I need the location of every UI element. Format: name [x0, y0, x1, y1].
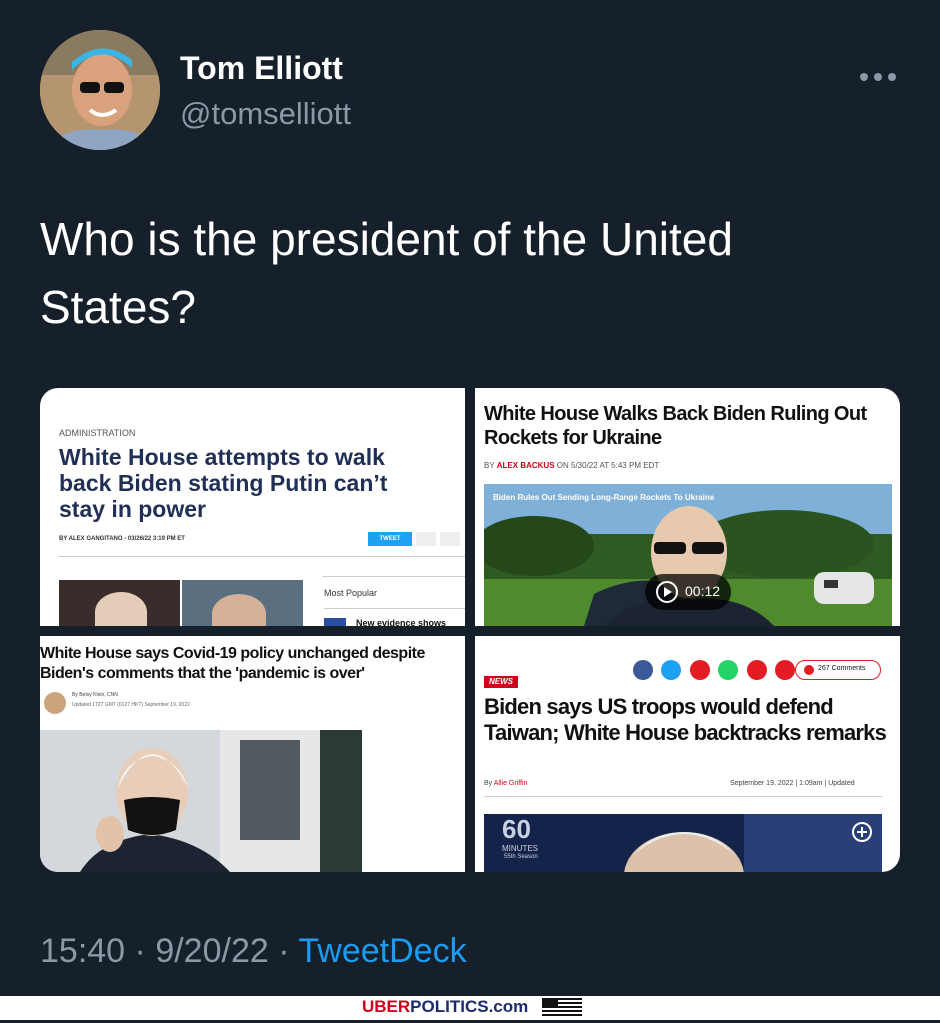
- play-icon: [656, 581, 678, 603]
- byline-date: ON 5/30/22 AT 5:43 PM EDT: [556, 461, 660, 470]
- author-photo: [44, 692, 66, 714]
- article-video[interactable]: 60 MINUTES 55th Season: [484, 814, 882, 872]
- video-duration: 00:12: [685, 583, 721, 599]
- biden-photo: [59, 580, 180, 626]
- sidebar-snippet: New evidence shows: [356, 618, 447, 626]
- author-handle[interactable]: @tomselliott: [180, 96, 351, 132]
- whatsapp-icon: [718, 660, 739, 680]
- article-photo: [40, 730, 362, 872]
- news-badge: NEWS: [484, 676, 518, 688]
- sidebar-title: Most Popular: [324, 588, 378, 598]
- thumbnail: [324, 618, 346, 626]
- watermark-part1: UBER: [362, 997, 411, 1016]
- separator: ·: [134, 932, 146, 970]
- divider: [59, 556, 465, 557]
- share-icon: [416, 532, 436, 546]
- byline-author: Allie Griffin: [493, 780, 528, 787]
- avatar-photo: [40, 30, 160, 150]
- tweet-source[interactable]: TweetDeck: [298, 932, 466, 970]
- link-icon: [775, 660, 796, 680]
- byline-by: By: [484, 780, 493, 787]
- media-image-4[interactable]: NEWS 267 Comments Biden says US troops w…: [475, 636, 900, 872]
- tweet-date[interactable]: 9/20/22: [155, 932, 268, 970]
- divider: [324, 608, 465, 609]
- article-byline: By Allie Griffin: [484, 780, 527, 787]
- comments-count: 267 Comments: [818, 665, 866, 672]
- author-avatar[interactable]: [40, 30, 160, 150]
- article-updated: Updated 1727 GMT (0127 HKT) September 19…: [72, 702, 190, 708]
- video-duration-pill[interactable]: 00:12: [645, 574, 731, 610]
- social-share-bar: [633, 660, 796, 685]
- putin-photo: [182, 580, 303, 626]
- flag-icon: [542, 998, 582, 1018]
- article-byline: By Betsy Klein, CNN: [72, 692, 118, 698]
- article-byline: BY ALEX BACKUS ON 5/30/22 AT 5:43 PM EDT: [484, 461, 659, 470]
- tweet-time[interactable]: 15:40: [40, 932, 125, 970]
- logo-minutes: MINUTES: [502, 844, 538, 853]
- email-icon: [440, 532, 460, 546]
- comment-icon: [804, 665, 814, 675]
- video-player[interactable]: Biden Rules Out Sending Long-Range Rocke…: [484, 484, 892, 626]
- watermark-text: UBERPOLITICS.com: [362, 997, 528, 1017]
- facebook-icon: [633, 660, 653, 680]
- comments-button: 267 Comments: [795, 660, 881, 680]
- separator: ·: [278, 932, 290, 970]
- byline-author: ALEX BACKUS: [496, 461, 555, 470]
- video-caption: Biden Rules Out Sending Long-Range Rocke…: [493, 493, 715, 502]
- twitter-icon: [661, 660, 682, 680]
- media-image-3[interactable]: White House says Covid-19 policy unchang…: [40, 636, 465, 872]
- article-headline: White House Walks Back Biden Ruling Out …: [484, 403, 867, 449]
- video-frame: [484, 814, 882, 872]
- tweet-timestamp-row: 15:40 · 9/20/22 · TweetDeck: [40, 932, 467, 971]
- article-headline: White House attempts to walk back Biden …: [59, 444, 388, 522]
- watermark-bar: UBERPOLITICS.com: [0, 996, 940, 1020]
- author-name[interactable]: Tom Elliott: [180, 50, 343, 87]
- more-options-icon[interactable]: [858, 60, 898, 91]
- article-byline: BY ALEX GANGITANO - 03/26/22 3:19 PM ET: [59, 536, 185, 542]
- article-date: September 19, 2022 | 1:09am | Updated: [730, 780, 855, 787]
- media-image-1[interactable]: ADMINISTRATION White House attempts to w…: [40, 388, 465, 626]
- tweet-share-button: TWEET: [368, 532, 412, 546]
- watermark-part3: .com: [488, 997, 529, 1016]
- byline-by: BY: [484, 461, 495, 470]
- add-icon[interactable]: [852, 822, 872, 842]
- tweet-media-grid: ADMINISTRATION White House attempts to w…: [40, 388, 900, 872]
- logo-season: 55th Season: [504, 854, 538, 860]
- article-headline: Biden says US troops would defend Taiwan…: [484, 694, 887, 745]
- article-section: ADMINISTRATION: [59, 428, 136, 438]
- email-icon: [746, 660, 767, 680]
- media-image-2[interactable]: White House Walks Back Biden Ruling Out …: [475, 388, 900, 626]
- divider: [484, 796, 882, 797]
- watermark-part2: POLITICS: [410, 997, 489, 1016]
- divider: [322, 576, 465, 577]
- tweet-text: Who is the president of the United State…: [40, 213, 733, 333]
- article-headline: White House says Covid-19 policy unchang…: [40, 645, 425, 682]
- flipboard-icon: [689, 660, 710, 680]
- sixty-minutes-logo: 60: [502, 814, 531, 844]
